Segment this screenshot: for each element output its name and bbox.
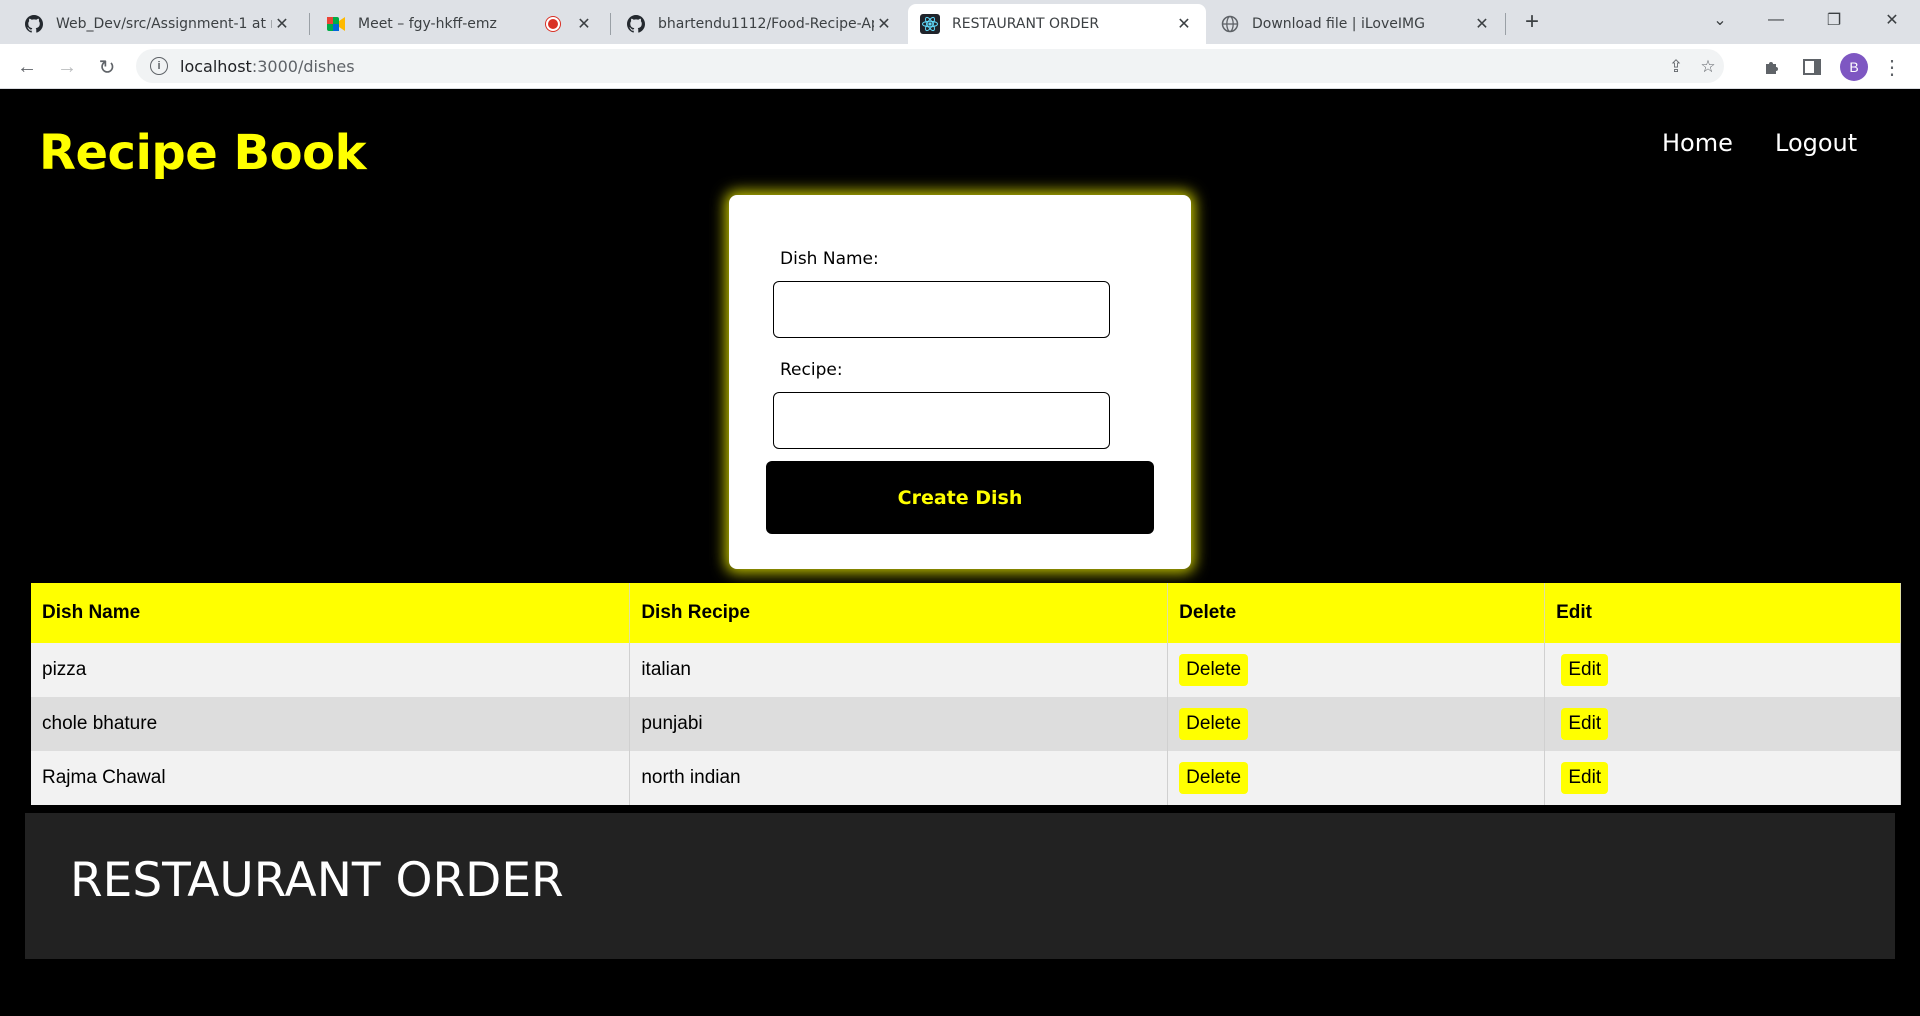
dish-name-label: Dish Name: <box>780 249 879 269</box>
reload-icon[interactable]: ↻ <box>92 52 122 82</box>
column-header-edit: Edit <box>1544 583 1901 643</box>
github-icon <box>626 14 646 34</box>
table-row: Rajma Chawal north indian Delete Edit <box>31 751 1901 805</box>
delete-cell: Delete <box>1167 643 1546 697</box>
edit-button[interactable]: Edit <box>1561 708 1609 740</box>
footer-title: RESTAURANT ORDER <box>70 853 564 908</box>
address-bar[interactable]: i localhost:3000/dishes ⇪ ☆ <box>136 49 1724 83</box>
delete-cell: Delete <box>1167 697 1546 751</box>
dish-recipe-cell: italian <box>629 643 1169 697</box>
close-icon[interactable]: ✕ <box>874 14 894 34</box>
more-menu-icon[interactable]: ⋮ <box>1880 55 1904 79</box>
dish-recipe-cell: north indian <box>629 751 1169 805</box>
create-dish-form: Dish Name: Recipe: Create Dish <box>729 195 1191 569</box>
github-icon <box>24 14 44 34</box>
globe-icon <box>1220 14 1240 34</box>
browser-tab[interactable]: bhartendu1112/Food-Recipe-App ✕ <box>614 4 906 44</box>
browser-tab[interactable]: Download file | iLoveIMG ✕ <box>1208 4 1504 44</box>
table-row: chole bhature punjabi Delete Edit <box>31 697 1901 751</box>
dish-name-cell: pizza <box>31 643 631 697</box>
brand-logo[interactable]: Recipe Book <box>39 125 367 181</box>
forward-arrow-icon[interactable]: → <box>52 52 82 82</box>
column-header-dish-recipe: Dish Recipe <box>629 583 1169 643</box>
url-path: :3000/dishes <box>251 56 355 76</box>
avatar[interactable]: B <box>1840 53 1868 81</box>
column-header-dish-name: Dish Name <box>31 583 631 643</box>
tab-title: RESTAURANT ORDER <box>952 16 1100 32</box>
close-icon[interactable]: ✕ <box>1174 14 1194 34</box>
browser-tab-active[interactable]: RESTAURANT ORDER ✕ <box>908 4 1206 44</box>
delete-button[interactable]: Delete <box>1179 708 1249 740</box>
delete-button[interactable]: Delete <box>1179 762 1249 794</box>
browser-tab[interactable]: Web_Dev/src/Assignment-1 at m ✕ <box>12 4 304 44</box>
close-icon[interactable]: ✕ <box>574 14 594 34</box>
edit-button[interactable]: Edit <box>1561 654 1609 686</box>
tab-separator <box>309 13 310 35</box>
footer: RESTAURANT ORDER <box>25 813 1895 959</box>
tab-title: bhartendu1112/Food-Recipe-App <box>658 16 874 32</box>
delete-cell: Delete <box>1167 751 1546 805</box>
extensions-puzzle-icon[interactable] <box>1760 55 1784 79</box>
dishes-table: Dish Name Dish Recipe Delete Edit pizza … <box>31 583 1901 805</box>
bookmark-star-icon[interactable]: ☆ <box>1698 57 1718 77</box>
create-dish-button[interactable]: Create Dish <box>766 461 1154 534</box>
page-content: Recipe Book Home Logout Dish Name: Recip… <box>0 89 1920 1016</box>
close-icon[interactable]: ✕ <box>1472 14 1492 34</box>
site-info-icon[interactable]: i <box>150 57 168 75</box>
new-tab-icon[interactable]: + <box>1518 8 1546 36</box>
share-icon[interactable]: ⇪ <box>1666 57 1686 77</box>
dish-name-input[interactable] <box>773 281 1110 338</box>
tab-title: Meet – fgy-hkff-emz <box>358 16 497 32</box>
recipe-label: Recipe: <box>780 360 843 380</box>
react-icon <box>920 14 940 34</box>
tab-title: Download file | iLoveIMG <box>1252 16 1425 32</box>
edit-cell: Edit <box>1544 697 1901 751</box>
tab-separator <box>1505 13 1506 35</box>
recipe-input[interactable] <box>773 392 1110 449</box>
edit-button[interactable]: Edit <box>1561 762 1609 794</box>
browser-toolbar: ← → ↻ i localhost:3000/dishes ⇪ ☆ B ⋮ <box>0 44 1920 89</box>
url-host: localhost <box>180 56 252 76</box>
browser-tab[interactable]: Meet – fgy-hkff-emz ✕ <box>314 4 606 44</box>
back-arrow-icon[interactable]: ← <box>12 52 42 82</box>
dish-name-cell: Rajma Chawal <box>31 751 631 805</box>
recording-icon <box>546 17 560 31</box>
nav-home-link[interactable]: Home <box>1662 129 1733 157</box>
google-meet-icon <box>326 14 346 34</box>
edit-cell: Edit <box>1544 643 1901 697</box>
tab-separator <box>610 13 611 35</box>
side-panel-icon[interactable] <box>1800 55 1824 79</box>
nav-logout-link[interactable]: Logout <box>1775 129 1857 157</box>
restore-icon[interactable]: ❐ <box>1806 0 1862 40</box>
close-icon[interactable]: ✕ <box>272 14 292 34</box>
dish-name-cell: chole bhature <box>31 697 631 751</box>
tab-title: Web_Dev/src/Assignment-1 at m <box>56 16 272 32</box>
delete-button[interactable]: Delete <box>1179 654 1249 686</box>
tab-search-icon[interactable]: ⌄ <box>1692 0 1748 40</box>
edit-cell: Edit <box>1544 751 1901 805</box>
minimize-icon[interactable]: — <box>1748 0 1804 40</box>
table-row: pizza italian Delete Edit <box>31 643 1901 697</box>
window-close-icon[interactable]: ✕ <box>1864 0 1920 40</box>
browser-tab-strip: Web_Dev/src/Assignment-1 at m ✕ Meet – f… <box>0 0 1920 44</box>
table-header-row: Dish Name Dish Recipe Delete Edit <box>31 583 1901 643</box>
dish-recipe-cell: punjabi <box>629 697 1169 751</box>
column-header-delete: Delete <box>1167 583 1546 643</box>
